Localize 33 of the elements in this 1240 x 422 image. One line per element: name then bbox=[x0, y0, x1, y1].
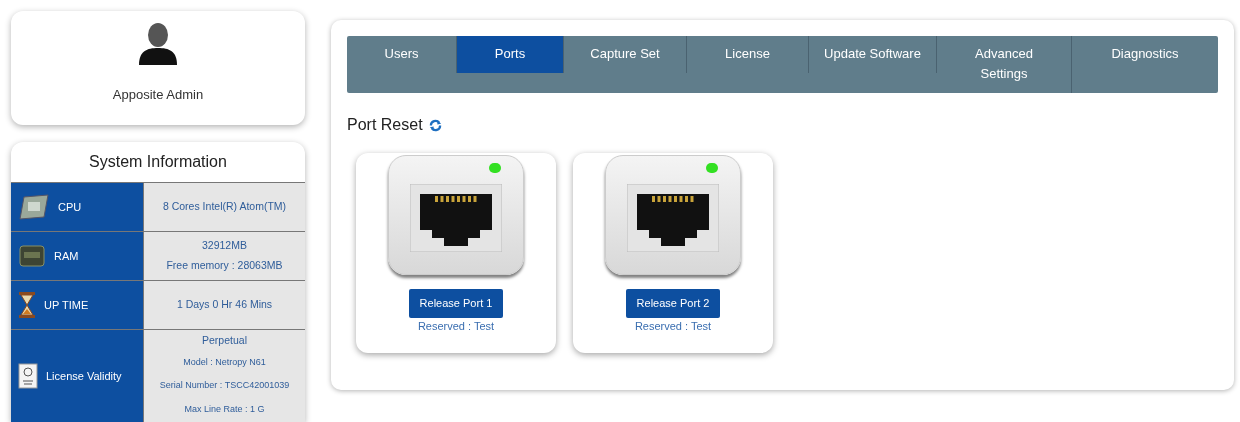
info-value: Serial Number : TSCC42001039 bbox=[159, 379, 290, 393]
tab[interactable]: Ports bbox=[457, 36, 564, 73]
memory-module-icon bbox=[18, 243, 46, 269]
release-port-button[interactable]: Release Port 2 bbox=[625, 289, 721, 318]
info-value: 1 Days 0 Hr 46 Mins bbox=[176, 297, 273, 313]
user-name: Apposite Admin bbox=[112, 86, 204, 104]
reservation-status: Reserved : Test bbox=[417, 319, 495, 334]
info-value: 32912MB bbox=[202, 238, 247, 254]
info-label: RAM bbox=[54, 248, 79, 264]
refresh-icon[interactable] bbox=[428, 118, 442, 132]
info-label: UP TIME bbox=[44, 297, 89, 313]
tab[interactable]: License bbox=[687, 36, 809, 73]
user-silhouette-icon bbox=[137, 21, 179, 65]
section-title: Port Reset bbox=[347, 115, 423, 135]
info-value: Perpetual bbox=[202, 332, 247, 348]
chip-icon bbox=[18, 193, 50, 221]
reservation-status: Reserved : Test bbox=[634, 319, 712, 334]
tab[interactable]: Advanced Settings bbox=[937, 36, 1072, 93]
certificate-icon bbox=[18, 363, 38, 389]
ethernet-socket-icon bbox=[627, 184, 719, 252]
info-value: Model : Netropy N61 bbox=[183, 355, 266, 369]
info-label: CPU bbox=[58, 199, 82, 215]
info-value: Max Line Rate : 1 G bbox=[184, 402, 265, 416]
tab[interactable]: Diagnostics bbox=[1072, 36, 1218, 93]
ethernet-socket-icon bbox=[410, 184, 502, 252]
hourglass-icon bbox=[18, 291, 36, 319]
release-port-button[interactable]: Release Port 1 bbox=[408, 289, 504, 318]
tab[interactable]: Update Software bbox=[809, 36, 937, 73]
info-value: Free memory : 28063MB bbox=[166, 258, 283, 273]
info-value: 8 Cores Intel(R) Atom(TM) bbox=[162, 199, 287, 215]
tab[interactable]: Capture Set bbox=[564, 36, 687, 73]
card-title: System Information bbox=[88, 152, 228, 172]
info-label: License Validity bbox=[46, 368, 122, 384]
